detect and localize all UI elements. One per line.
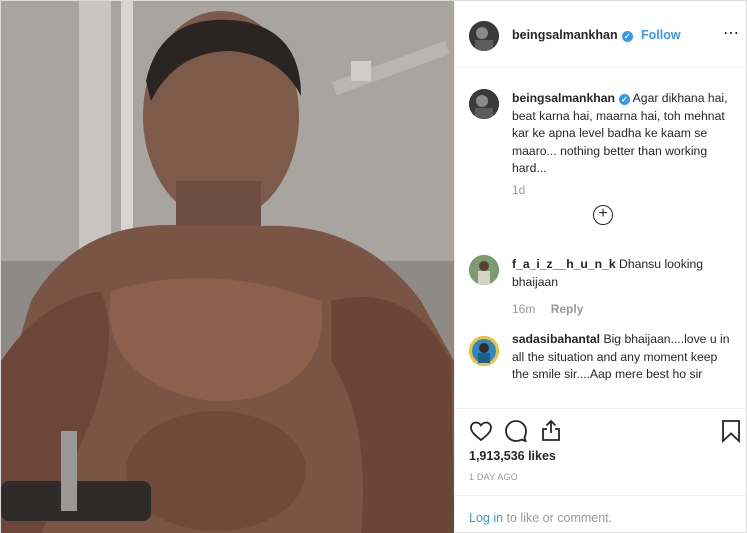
commenter-avatar[interactable] [469, 336, 499, 366]
likes-count[interactable]: 1,913,536 likes [469, 449, 556, 463]
caption-avatar[interactable] [469, 89, 499, 119]
instagram-post: beingsalmankhan ✓ Follow ⋯ beingsalmankha… [0, 0, 747, 533]
more-options-icon[interactable]: ⋯ [723, 23, 740, 43]
comment-icon[interactable] [504, 419, 528, 443]
comment-text: f_a_i_z__h_u_n_k Dhansu looking bhaijaan [512, 256, 737, 291]
photo-illustration [1, 1, 454, 533]
verified-icon: ✓ [618, 94, 630, 105]
verified-icon: ✓ [621, 31, 633, 42]
post-sidebar: beingsalmankhan ✓ Follow ⋯ beingsalmankha… [454, 1, 747, 533]
login-link[interactable]: Log in [469, 511, 503, 525]
author-avatar[interactable] [469, 21, 499, 51]
post-age[interactable]: 1 DAY AGO [469, 472, 518, 482]
caption-username[interactable]: beingsalmankhan [512, 91, 615, 105]
bookmark-icon[interactable] [721, 419, 741, 443]
post-header: beingsalmankhan ✓ Follow ⋯ [455, 1, 747, 68]
caption-timestamp[interactable]: 1d [512, 183, 525, 197]
plus-circle-icon[interactable]: + [593, 205, 613, 225]
login-prompt: Log in to like or comment. [469, 511, 612, 525]
commenter-avatar[interactable] [469, 255, 499, 285]
follow-button[interactable]: Follow [641, 28, 681, 42]
comments-section: beingsalmankhan ✓ Agar dikhana hai, beat … [455, 68, 747, 408]
comment-timestamp[interactable]: 16m [512, 302, 535, 316]
login-bar: Log in to like or comment. [455, 495, 747, 533]
caption-text: beingsalmankhan ✓ Agar dikhana hai, beat … [512, 90, 737, 178]
comment-username[interactable]: f_a_i_z__h_u_n_k [512, 257, 616, 271]
share-icon[interactable] [539, 418, 563, 442]
comment-username[interactable]: sadasibahantal [512, 332, 600, 346]
post-photo[interactable] [1, 1, 454, 533]
comment-meta: 16m Reply [512, 302, 583, 316]
reply-button[interactable]: Reply [551, 302, 584, 316]
login-prompt-text: to like or comment. [503, 511, 613, 525]
comment-text: sadasibahantal Big bhaijaan....love u in… [512, 331, 737, 384]
heart-icon[interactable] [469, 419, 493, 443]
author-username-text[interactable]: beingsalmankhan [512, 28, 618, 42]
post-actions: 1,913,536 likes 1 DAY AGO [455, 408, 747, 498]
author-username[interactable]: beingsalmankhan ✓ [512, 28, 633, 42]
